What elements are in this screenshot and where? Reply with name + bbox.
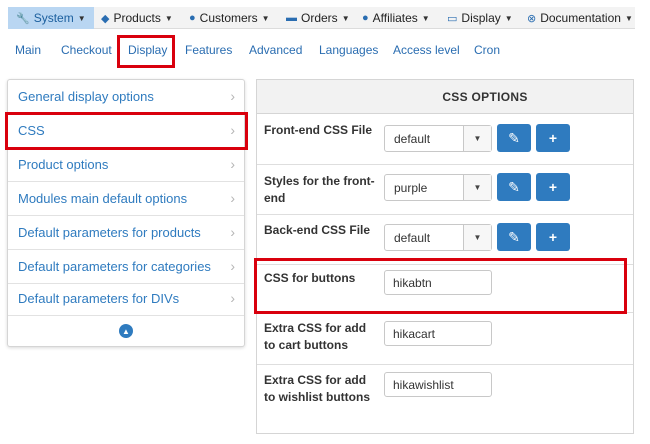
tab-cron[interactable]: Cron: [474, 43, 500, 57]
chevron-right-icon: ›: [230, 190, 235, 206]
backend-css-select[interactable]: default ▼: [384, 224, 492, 251]
sidebar-footer: ▲: [8, 316, 244, 346]
cart-buttons-input[interactable]: hikacart: [384, 321, 492, 346]
chevron-right-icon: ›: [230, 88, 235, 104]
chevron-down-icon: ▼: [504, 13, 513, 23]
edit-backend-css-button[interactable]: ✎: [497, 223, 531, 251]
sidebar-item-label: Modules main default options: [18, 191, 188, 206]
pencil-icon: ✎: [508, 228, 520, 245]
chevron-down-icon: ▼: [341, 13, 350, 23]
menu-customers[interactable]: ● Customers ▼: [189, 7, 270, 29]
plus-icon: +: [548, 229, 558, 245]
menu-system-label: System: [33, 11, 74, 25]
highlight-box-display-tab: [117, 35, 175, 68]
option-label: Front-end CSS File: [264, 123, 372, 137]
caret-down-icon: ▼: [463, 126, 491, 151]
sidebar-item-default-parameters-products[interactable]: Default parameters for products ›: [8, 216, 244, 250]
select-value: default: [394, 230, 431, 245]
pencil-icon: ✎: [508, 129, 520, 146]
wishlist-buttons-input[interactable]: hikawishlist: [384, 372, 492, 397]
menu-documentation-label: Documentation: [540, 11, 621, 25]
tab-languages[interactable]: Languages: [319, 43, 378, 57]
wrench-icon: 🔧: [16, 12, 30, 25]
option-row-frontend-css: Front-end CSS File default ▼ ✎ +: [257, 115, 633, 165]
chevron-right-icon: ›: [230, 224, 235, 240]
add-frontend-style-button[interactable]: +: [536, 173, 570, 201]
sidebar-item-modules-main-default-options[interactable]: Modules main default options ›: [8, 182, 244, 216]
caret-down-icon: ▼: [463, 225, 491, 250]
option-row-frontend-style: Styles for the front-end purple ▼ ✎ +: [257, 165, 633, 215]
menu-orders[interactable]: ▬ Orders ▼: [286, 7, 350, 29]
sidebar-item-default-parameters-divs[interactable]: Default parameters for DIVs ›: [8, 282, 244, 316]
cubes-icon: ◆: [101, 12, 110, 25]
life-ring-icon: ⊗: [527, 12, 537, 25]
chevron-down-icon: ▼: [77, 13, 86, 23]
menu-products-label: Products: [113, 11, 161, 25]
collapse-up-icon[interactable]: ▲: [119, 324, 133, 338]
chevron-down-icon: ▼: [421, 13, 430, 23]
chevron-down-icon: ▼: [261, 13, 270, 23]
credit-card-icon: ▬: [286, 12, 297, 24]
sidebar-item-general-display-options[interactable]: General display options ›: [8, 80, 244, 114]
select-value: purple: [394, 180, 428, 195]
chevron-down-icon: ▼: [164, 13, 173, 23]
edit-frontend-style-button[interactable]: ✎: [497, 173, 531, 201]
chevron-right-icon: ›: [230, 290, 235, 306]
highlight-box-css-buttons-row: [254, 258, 627, 314]
top-menu-bar: 🔧 System ▼ ◆ Products ▼ ● Customers ▼ ▬ …: [8, 7, 635, 29]
option-row-cart-buttons: Extra CSS for add to cart buttons hikaca…: [257, 313, 633, 365]
sidebar-item-label: Default parameters for categories: [18, 259, 211, 274]
sidebar-item-default-parameters-categories[interactable]: Default parameters for categories ›: [8, 250, 244, 284]
option-row-wishlist-buttons: Extra CSS for add to wishlist buttons hi…: [257, 365, 633, 433]
highlight-box-css-item: [5, 112, 248, 150]
add-frontend-css-button[interactable]: +: [536, 124, 570, 152]
menu-products[interactable]: ◆ Products ▼: [101, 7, 173, 29]
chevron-right-icon: ›: [230, 156, 235, 172]
sidebar-item-label: Product options: [18, 157, 109, 172]
sidebar-item-product-options[interactable]: Product options ›: [8, 148, 244, 182]
tab-access-level[interactable]: Access level: [393, 43, 460, 57]
css-options-panel: CSS OPTIONS Front-end CSS File default ▼…: [256, 79, 634, 434]
menu-affiliates-label: Affiliates: [372, 11, 418, 25]
menu-customers-label: Customers: [199, 11, 258, 25]
monitor-icon: ▭: [447, 12, 458, 25]
caret-down-icon: ▼: [463, 175, 491, 200]
users-icon: ●: [362, 12, 369, 24]
frontend-css-select[interactable]: default ▼: [384, 125, 492, 152]
chevron-right-icon: ›: [230, 258, 235, 274]
menu-orders-label: Orders: [301, 11, 338, 25]
option-label: Back-end CSS File: [264, 223, 371, 237]
frontend-style-select[interactable]: purple ▼: [384, 174, 492, 201]
user-icon: ●: [189, 12, 196, 24]
plus-icon: +: [548, 130, 558, 146]
menu-display-label: Display: [461, 11, 501, 25]
option-label: Extra CSS for add to cart buttons: [264, 321, 367, 352]
menu-affiliates[interactable]: ● Affiliates ▼: [362, 7, 430, 29]
option-label: Extra CSS for add to wishlist buttons: [264, 373, 370, 404]
sidebar-item-label: General display options: [18, 89, 154, 104]
menu-documentation[interactable]: ⊗ Documentation ▼: [527, 7, 633, 29]
add-backend-css-button[interactable]: +: [536, 223, 570, 251]
tab-features[interactable]: Features: [185, 43, 232, 57]
menu-display[interactable]: ▭ Display ▼: [447, 7, 513, 29]
tab-advanced[interactable]: Advanced: [249, 43, 302, 57]
tab-checkout[interactable]: Checkout: [61, 43, 112, 57]
select-value: default: [394, 131, 431, 146]
menu-system[interactable]: 🔧 System ▼: [8, 7, 94, 29]
pencil-icon: ✎: [508, 178, 520, 195]
tab-main[interactable]: Main: [15, 43, 41, 57]
sidebar-item-label: Default parameters for products: [18, 225, 201, 240]
sidebar-item-label: Default parameters for DIVs: [18, 291, 180, 306]
edit-frontend-css-button[interactable]: ✎: [497, 124, 531, 152]
plus-icon: +: [548, 179, 558, 195]
chevron-down-icon: ▼: [624, 13, 633, 23]
css-options-title: CSS OPTIONS: [257, 80, 633, 114]
option-label: Styles for the front-end: [264, 174, 375, 205]
